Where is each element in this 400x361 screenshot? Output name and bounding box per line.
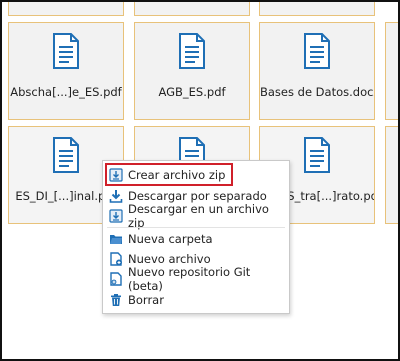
menu-item-label: Nuevo archivo xyxy=(128,251,211,266)
menu-item-new-git-repo[interactable]: Nuevo repositorio Git (beta) xyxy=(107,265,285,293)
file-tile-partial[interactable] xyxy=(385,22,398,120)
download-icon xyxy=(109,189,123,203)
file-name: Bases de Datos.docx xyxy=(260,85,374,99)
file-tile-partial[interactable] xyxy=(8,2,124,16)
menu-item-create-zip[interactable]: Crear archivo zip xyxy=(105,163,233,186)
zip-icon xyxy=(109,167,123,182)
file-tile-partial[interactable] xyxy=(259,2,375,16)
file-name: AGB_ES.pdf xyxy=(158,85,226,99)
menu-item-label: Nueva carpeta xyxy=(128,231,213,246)
document-icon xyxy=(179,33,205,69)
file-tile-partial[interactable] xyxy=(134,2,250,16)
file-tile-partial[interactable] xyxy=(385,126,398,224)
git-icon xyxy=(110,271,122,286)
document-icon xyxy=(53,33,79,69)
document-icon xyxy=(304,137,330,173)
menu-item-label: Descargar en un archivo zip xyxy=(128,201,269,230)
file-tile[interactable]: Abscha[...]e_ES.pdf xyxy=(8,22,124,120)
file-name: Abscha[...]e_ES.pdf xyxy=(10,85,122,99)
file-tile[interactable]: Bases de Datos.docx xyxy=(259,22,375,120)
trash-icon xyxy=(111,293,121,306)
file-browser-panel: Abscha[...]e_ES.pdf AGB_ES.pdf Bases de … xyxy=(0,0,400,361)
file-name: ES_tra[...]rato.pdf xyxy=(280,189,374,203)
menu-item-delete[interactable]: Borrar xyxy=(107,290,285,309)
download-zip-icon xyxy=(109,208,123,223)
menu-item-label: Descargar por separado xyxy=(128,188,267,203)
menu-item-download-zip[interactable]: Descargar en un archivo zip xyxy=(107,202,285,230)
document-icon xyxy=(53,137,79,173)
new-folder-icon xyxy=(110,234,122,244)
menu-item-new-folder[interactable]: Nueva carpeta xyxy=(107,229,285,248)
document-icon xyxy=(304,33,330,69)
menu-item-label: Borrar xyxy=(128,292,164,307)
menu-item-label: Crear archivo zip xyxy=(128,167,226,182)
new-file-icon xyxy=(110,251,122,266)
context-menu: Crear archivo zip Descargar por separado… xyxy=(102,160,290,314)
file-tile[interactable]: AGB_ES.pdf xyxy=(134,22,250,120)
menu-separator xyxy=(107,227,285,228)
menu-item-label: Nuevo repositorio Git (beta) xyxy=(128,264,251,293)
